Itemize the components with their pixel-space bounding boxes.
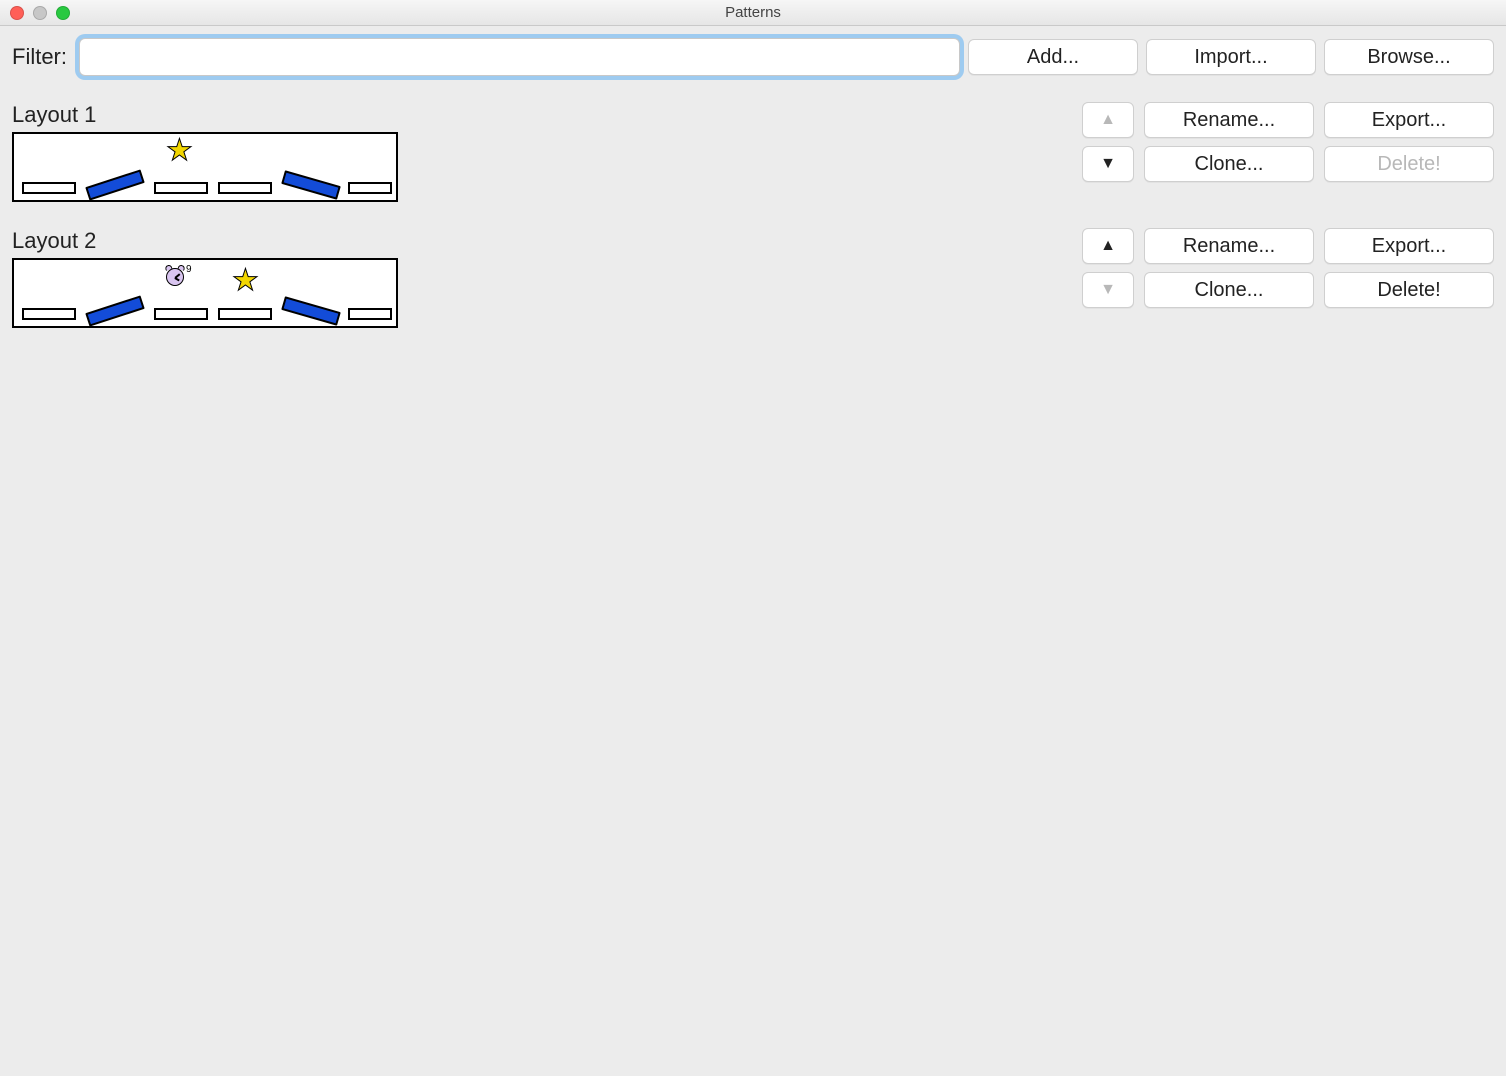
export-button[interactable]: Export... [1324, 102, 1494, 138]
delete-button: Delete! [1324, 146, 1494, 182]
move-down-button[interactable]: ▼ [1082, 146, 1134, 182]
delete-button[interactable]: Delete! [1324, 272, 1494, 308]
import-button[interactable]: Import... [1146, 39, 1316, 75]
content-area: Filter: Add... Import... Browse... Layou… [0, 26, 1506, 340]
brick-icon [281, 170, 341, 199]
titlebar: Patterns [0, 0, 1506, 26]
filter-label: Filter: [12, 44, 71, 70]
rename-button[interactable]: Rename... [1144, 102, 1314, 138]
brick-icon [218, 182, 272, 194]
brick-icon [281, 296, 341, 325]
window-title: Patterns [0, 4, 1506, 21]
filter-input[interactable] [79, 38, 960, 76]
clone-button[interactable]: Clone... [1144, 272, 1314, 308]
brick-icon [85, 295, 144, 326]
rename-button[interactable]: Rename... [1144, 228, 1314, 264]
brick-icon [348, 182, 392, 194]
export-button[interactable]: Export... [1324, 228, 1494, 264]
brick-icon [154, 182, 208, 194]
brick-icon [348, 308, 392, 320]
close-icon[interactable] [10, 6, 24, 20]
pattern-thumbnail[interactable]: 9 ★ [12, 258, 398, 328]
minimize-icon [33, 6, 47, 20]
window-controls [0, 6, 70, 20]
star-icon: ★ [166, 136, 193, 166]
pattern-preview: Layout 2 9 ★ [12, 228, 398, 328]
browse-button[interactable]: Browse... [1324, 39, 1494, 75]
brick-icon [85, 169, 144, 200]
pattern-name: Layout 2 [12, 228, 398, 254]
filter-row: Filter: Add... Import... Browse... [12, 38, 1494, 76]
brick-icon [218, 308, 272, 320]
brick-icon [22, 182, 76, 194]
clock-icon: 9 [164, 264, 186, 286]
star-icon: ★ [232, 266, 259, 296]
add-button[interactable]: Add... [968, 39, 1138, 75]
clone-button[interactable]: Clone... [1144, 146, 1314, 182]
move-up-button: ▲ [1082, 102, 1134, 138]
zoom-icon[interactable] [56, 6, 70, 20]
pattern-row: Layout 2 9 ★ ▲ Rename... Exp [12, 228, 1494, 328]
pattern-row: Layout 1 ★ ▲ Rename... Export... ▼ Clone… [12, 102, 1494, 202]
filter-input-wrap [79, 38, 960, 76]
pattern-preview: Layout 1 ★ [12, 102, 398, 202]
move-up-button[interactable]: ▲ [1082, 228, 1134, 264]
move-down-button: ▼ [1082, 272, 1134, 308]
pattern-name: Layout 1 [12, 102, 398, 128]
brick-icon [154, 308, 208, 320]
pattern-actions: ▲ Rename... Export... ▼ Clone... Delete! [1082, 102, 1494, 182]
pattern-actions: ▲ Rename... Export... ▼ Clone... Delete! [1082, 228, 1494, 308]
pattern-thumbnail[interactable]: ★ [12, 132, 398, 202]
brick-icon [22, 308, 76, 320]
